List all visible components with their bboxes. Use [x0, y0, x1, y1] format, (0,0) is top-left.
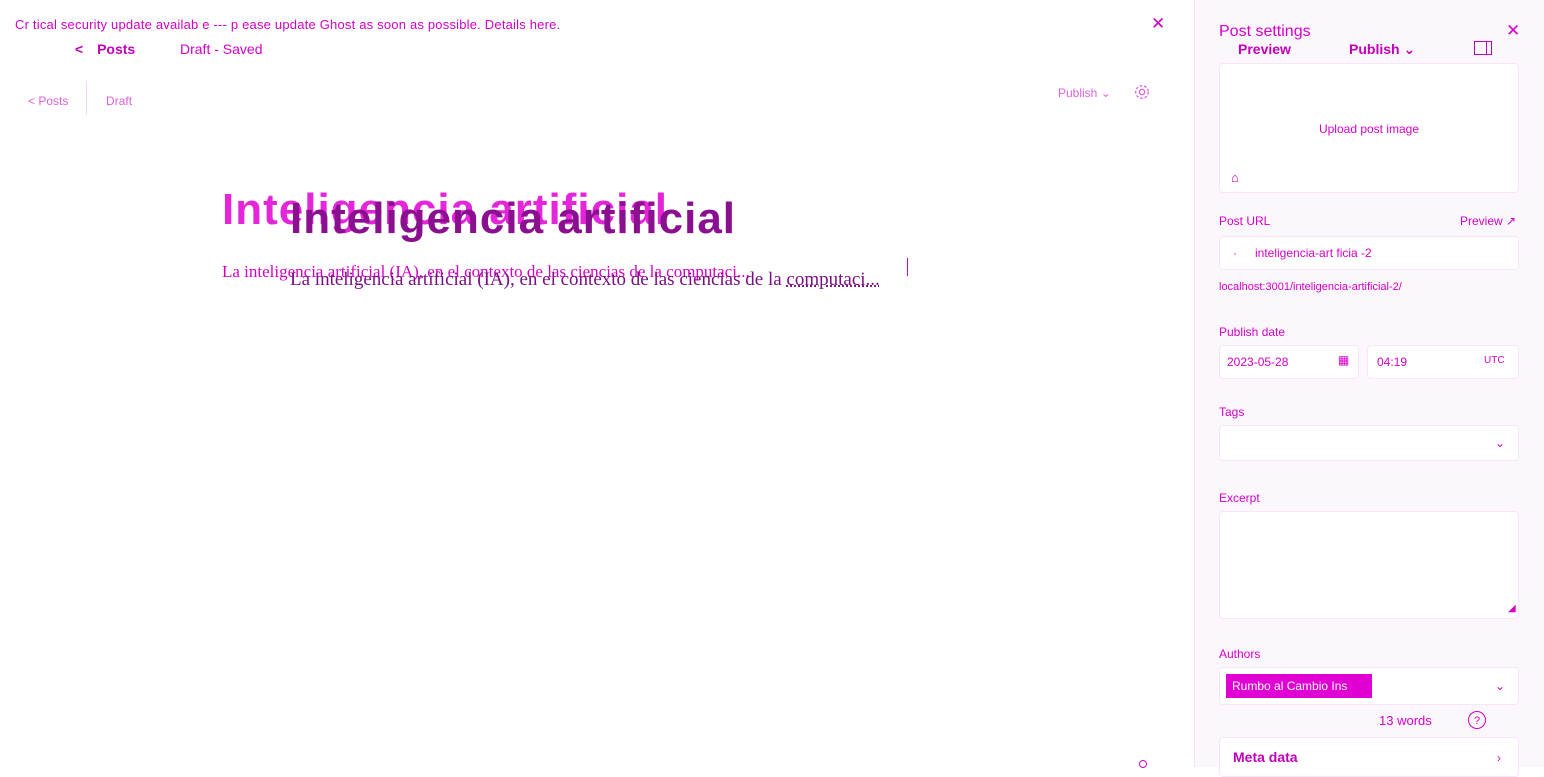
excerpt-textarea[interactable]	[1219, 511, 1519, 619]
back-to-posts-label: Posts	[97, 41, 136, 57]
chevron-down-icon[interactable]: ⌄	[1495, 679, 1505, 693]
sidebar-title: Post settings	[1219, 23, 1311, 40]
calendar-icon[interactable]: ▦	[1338, 353, 1349, 367]
close-icon[interactable]: ✕	[1506, 21, 1520, 41]
date-value: 2023-05-28	[1227, 355, 1289, 369]
gear-icon[interactable]	[1133, 83, 1151, 101]
draft-saved-status: Draft - Saved	[180, 41, 263, 57]
chevron-down-icon: ⌄	[1403, 41, 1416, 57]
publish-button-label: Publish	[1349, 41, 1400, 57]
timezone-label: UTC	[1484, 355, 1505, 366]
tags-label: Tags	[1219, 405, 1245, 419]
excerpt-label: Excerpt	[1219, 491, 1260, 505]
meta-data-label: Meta data	[1233, 749, 1298, 765]
ghost-draft-status: Draft	[106, 94, 133, 109]
preview-link-label: Preview	[1460, 214, 1503, 228]
publish-dropdown-button[interactable]: Publish ⌄	[1349, 41, 1415, 58]
help-icon[interactable]: ?	[1468, 711, 1486, 729]
slug-value: inteligencia-art ficia -2	[1255, 246, 1372, 260]
external-link-icon: ↗	[1506, 214, 1517, 228]
chevron-left-icon: <	[75, 41, 84, 57]
publish-date-label: Publish date	[1219, 325, 1286, 339]
ghost-header-row: < Posts Draft	[28, 81, 133, 119]
full-post-url[interactable]: localhost:3001/inteligencia-artificial-2…	[1219, 281, 1402, 293]
post-body[interactable]: La inteligencia artificial (IA), en el c…	[290, 269, 880, 291]
post-body-text: La inteligencia artificial (IA), en el c…	[290, 269, 787, 290]
resize-handle-icon[interactable]: ◢	[1508, 603, 1516, 614]
ghost-publish-label: Publish	[1058, 86, 1098, 100]
post-body-link[interactable]: computaci...	[786, 269, 879, 290]
close-icon[interactable]: ✕	[1151, 14, 1165, 34]
tags-input[interactable]	[1219, 425, 1519, 461]
ghost-publish-dropdown[interactable]: Publish ⌄	[1058, 86, 1111, 100]
chevron-down-icon: ⌄	[1100, 86, 1111, 100]
time-value: 04:19	[1377, 355, 1408, 369]
word-count: 13 words	[1379, 713, 1432, 728]
preview-link[interactable]: Preview ↗	[1460, 214, 1516, 228]
post-title[interactable]: Inteligencia artificial	[290, 194, 736, 244]
chevron-down-icon[interactable]: ⌄	[1495, 436, 1505, 450]
ghost-back-link[interactable]: < Posts	[28, 94, 68, 108]
unsplash-icon[interactable]: ⌂	[1231, 170, 1239, 185]
link-icon: ·	[1233, 246, 1237, 260]
text-cursor	[907, 258, 908, 276]
sidebar-toggle-icon[interactable]	[1474, 41, 1492, 55]
header-divider	[85, 81, 87, 115]
preview-button[interactable]: Preview	[1238, 41, 1291, 57]
back-to-posts-link[interactable]: < Posts	[75, 41, 135, 57]
author-token[interactable]: Rumbo al Cambio Ins	[1226, 674, 1372, 698]
authors-label: Authors	[1219, 647, 1261, 661]
upload-post-image-label[interactable]: Upload post image	[1219, 122, 1519, 136]
security-update-banner[interactable]: Cr tical security update availab e --- p…	[15, 17, 560, 32]
chevron-right-icon[interactable]: ›	[1497, 751, 1501, 765]
post-url-label: Post URL	[1219, 214, 1271, 228]
